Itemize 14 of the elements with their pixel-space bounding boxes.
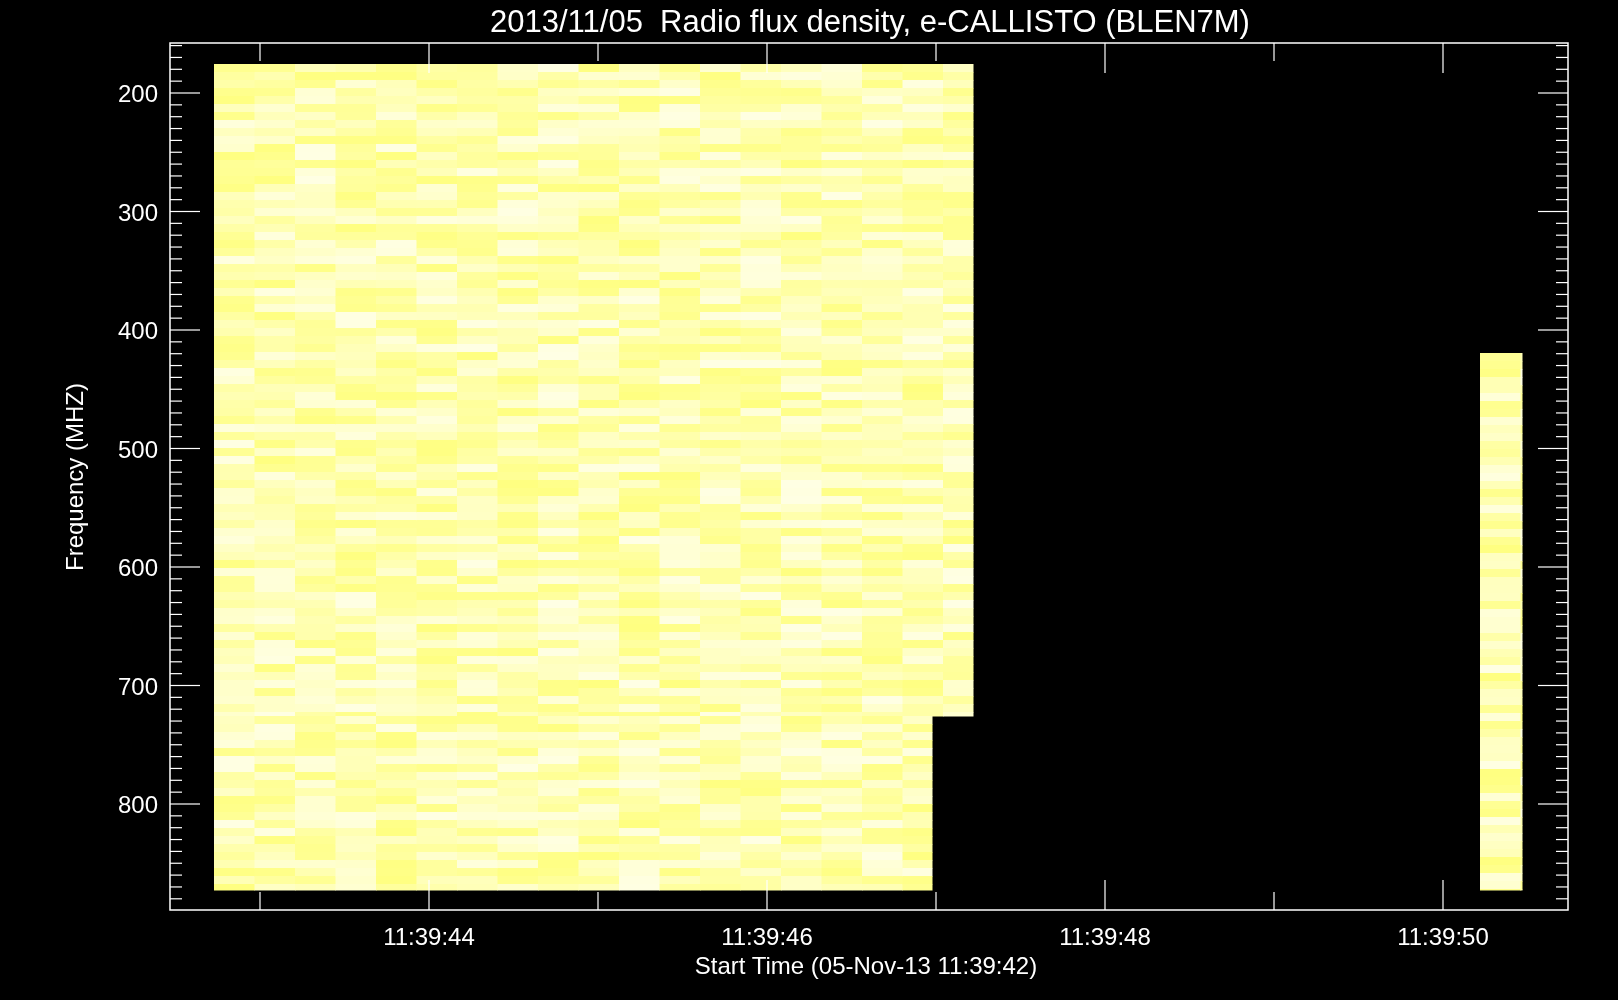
y-axis-label: Frequency (MHZ) [61, 383, 88, 571]
x-tick-label: 11:39:48 [1059, 923, 1151, 950]
x-tick-label: 11:39:44 [383, 923, 475, 950]
y-tick-label: 300 [117, 198, 158, 226]
y-tick-label: 500 [117, 435, 158, 463]
x-tick-label: 11:39:46 [721, 923, 813, 950]
plot-title: 2013/11/05 Radio flux density, e-CALLISTO (BLEN7M) [490, 4, 1250, 39]
y-tick-label: 800 [117, 791, 158, 818]
x-tick-label: 11:39:50 [1397, 923, 1489, 950]
x-axis-label: Start Time (05-Nov-13 11:39:42) [694, 952, 1038, 979]
y-tick-label: 700 [117, 672, 158, 700]
y-tick-label: 600 [117, 554, 158, 581]
y-tick-label: 200 [117, 80, 158, 107]
y-tick-label: 400 [117, 317, 158, 344]
